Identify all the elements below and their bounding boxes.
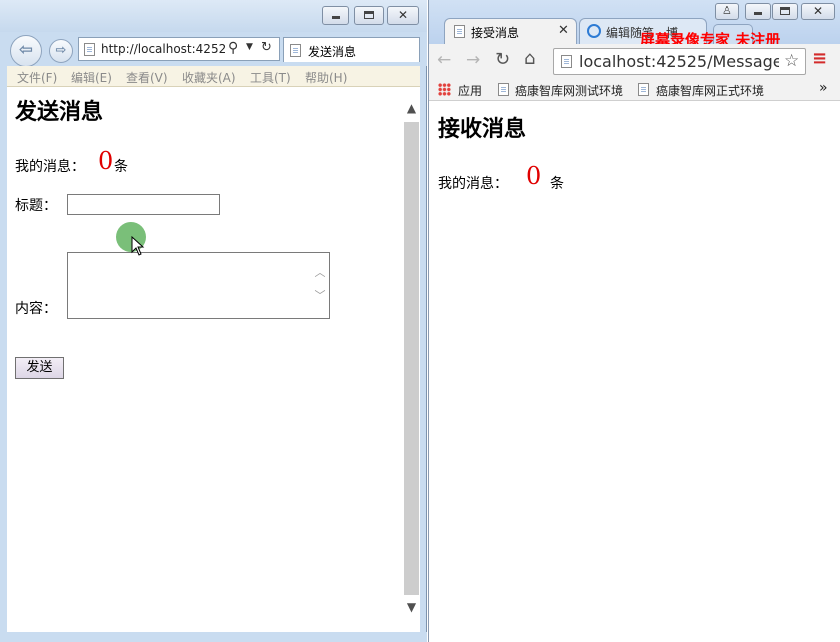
my-messages-label: 我的消息： [15, 159, 85, 175]
page-icon [84, 43, 95, 56]
textarea-scroll-up-icon[interactable]: ︿ [313, 264, 327, 280]
back-icon[interactable]: ← [437, 50, 451, 70]
chrome-url[interactable]: localhost:42525/Message/I [579, 52, 779, 71]
receive-my-messages-label: 我的消息： [438, 176, 508, 192]
ie-menu-bar: 文件(F) 编辑(E) 查看(V) 收藏夹(A) 工具(T) 帮助(H) [7, 66, 420, 87]
menu-tools[interactable]: 工具(T) [250, 69, 291, 86]
forward-arrow-icon: ⇨ [55, 43, 67, 58]
page-icon [561, 55, 572, 68]
chrome-omnibox[interactable]: localhost:42525/Message/I ☆ [553, 48, 806, 75]
ie-bottom-frame [0, 632, 427, 642]
ie-titlebar: ✕ [0, 0, 427, 32]
chrome-close-button[interactable]: ✕ [801, 3, 835, 20]
bookmark-test-env[interactable]: 癌康智库网测试环境 [515, 82, 623, 99]
title-label: 标题： [15, 198, 57, 214]
forward-icon[interactable]: → [466, 50, 480, 70]
bookmark-prod-env[interactable]: 癌康智库网正式环境 [656, 82, 764, 99]
scroll-up-icon[interactable]: ▲ [403, 101, 420, 115]
receive-message-count: 0 [526, 162, 542, 190]
bookmark-star-icon[interactable]: ☆ [784, 51, 799, 71]
bookmark-apps[interactable]: 应用 [458, 82, 482, 99]
home-icon[interactable]: ⌂ [524, 48, 535, 69]
receive-count-unit: 条 [550, 176, 564, 192]
user-icon: ♙ [722, 4, 732, 17]
site-favicon-icon [587, 24, 601, 38]
menu-favorites[interactable]: 收藏夹(A) [182, 69, 236, 86]
textarea-scroll-down-icon[interactable]: ﹀ [313, 287, 327, 303]
ie-address-bar[interactable]: http://localhost:42525 ⚲ ▼ ↻ [78, 37, 280, 61]
search-icon[interactable]: ⚲ [228, 40, 238, 56]
back-arrow-icon: ⇦ [18, 40, 34, 60]
chrome-tab-title: 接受消息 [471, 26, 520, 40]
ie-tab-send-message[interactable]: 发送消息 [283, 37, 420, 62]
close-button[interactable]: ✕ [387, 6, 419, 25]
dropdown-icon[interactable]: ▼ [246, 42, 253, 52]
page-title: 发送消息 [15, 99, 104, 125]
title-input[interactable] [67, 194, 220, 215]
content-label: 内容： [15, 301, 57, 317]
profile-button[interactable]: ♙ [715, 3, 739, 20]
ie-scroll-thumb[interactable] [404, 122, 419, 595]
maximize-icon [364, 11, 374, 19]
chrome-tab-receive-message[interactable]: 接受消息 ✕ [444, 18, 577, 44]
apps-grid-icon [438, 83, 451, 96]
menu-edit[interactable]: 编辑(E) [71, 69, 112, 86]
menu-file[interactable]: 文件(F) [17, 69, 57, 86]
more-bookmarks-button[interactable]: » [819, 80, 828, 96]
ie-tab-title: 发送消息 [308, 45, 357, 59]
address-url[interactable]: http://localhost:42525 [101, 42, 225, 56]
maximize-icon [780, 7, 790, 15]
close-icon: ✕ [812, 4, 824, 18]
menu-view[interactable]: 查看(V) [126, 69, 168, 86]
bookmark-page-icon [638, 83, 649, 96]
tab-page-icon [454, 25, 465, 38]
menu-help[interactable]: 帮助(H) [305, 69, 347, 86]
chrome-bookmarks-bar: 应用 癌康智库网测试环境 癌康智库网正式环境 » [429, 78, 840, 101]
menu-icon[interactable]: ≡ [812, 48, 827, 69]
back-button[interactable]: ⇦ [10, 35, 42, 67]
tab-page-icon [290, 44, 301, 57]
count-unit: 条 [114, 159, 128, 175]
content-textarea[interactable]: ︿ ﹀ [67, 252, 330, 319]
minimize-button[interactable] [322, 6, 349, 25]
mouse-cursor-icon [131, 236, 145, 256]
tab-close-icon[interactable]: ✕ [558, 23, 569, 38]
refresh-icon[interactable]: ↻ [261, 40, 272, 55]
reload-icon[interactable]: ↻ [495, 49, 510, 70]
message-count: 0 [98, 147, 114, 175]
send-button[interactable]: 发送 [15, 357, 64, 379]
forward-button[interactable]: ⇨ [49, 39, 73, 63]
chrome-minimize-button[interactable] [745, 3, 771, 20]
minimize-icon [754, 12, 762, 15]
receive-page-title: 接收消息 [438, 116, 527, 142]
close-icon: ✕ [397, 8, 409, 22]
chrome-maximize-button[interactable] [772, 3, 798, 20]
bookmark-page-icon [498, 83, 509, 96]
minimize-icon [331, 16, 340, 19]
maximize-button[interactable] [354, 6, 384, 25]
scroll-down-icon[interactable]: ▼ [403, 600, 420, 614]
